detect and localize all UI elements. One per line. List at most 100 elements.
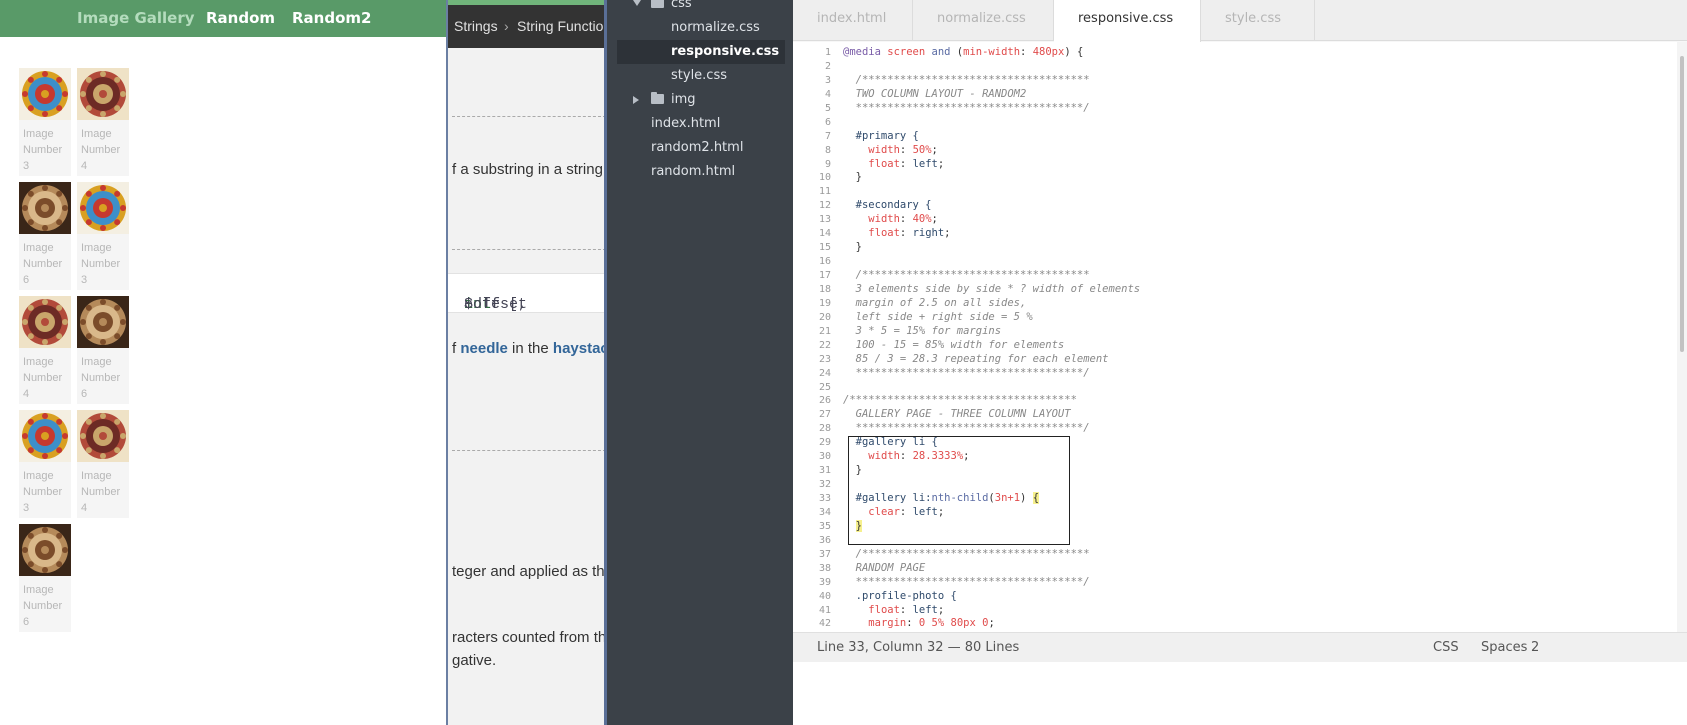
gallery-item[interactable]: Image Number 4 [19, 296, 71, 404]
gallery-item[interactable]: Image Number 6 [19, 182, 71, 290]
tree-item-label: normalize.css [671, 20, 760, 35]
code-line[interactable]: } [843, 241, 1643, 255]
code-line[interactable] [843, 381, 1643, 395]
code-line[interactable] [843, 255, 1643, 269]
tab-bar: index.html normalize.css responsive.css sty… [793, 0, 1687, 42]
tree-item-img[interactable]: img [607, 88, 793, 112]
tree-item-normalize-css[interactable]: normalize.css [607, 16, 793, 40]
scrollbar-thumb[interactable] [1680, 56, 1684, 352]
gallery-item[interactable]: Image Number 6 [77, 296, 129, 404]
code-line[interactable]: RANDOM PAGE [843, 562, 1643, 576]
line-number: 31 [818, 465, 831, 477]
code-line[interactable]: margin of 2.5 on all sides, [843, 297, 1643, 311]
gallery-thumbnail[interactable] [19, 296, 71, 348]
code-line[interactable]: #primary { [843, 130, 1643, 144]
code-line[interactable] [843, 185, 1643, 199]
breadcrumb-strings-link[interactable]: Strings [454, 18, 498, 34]
gallery-caption: Image Number 3 [23, 128, 63, 172]
code-view[interactable]: 1 2 3 4 5 6 7 8 9 10 11 12 13 14 15 16 17 18 19 20 21 22 23 24 2… [793, 42, 1687, 632]
gallery-item[interactable]: Image Number 3 [19, 410, 71, 518]
line-number: 37 [818, 548, 831, 560]
code-line[interactable]: width: 40%; [843, 213, 1643, 227]
vertical-scrollbar[interactable] [1677, 42, 1687, 632]
code-line[interactable]: TWO COLUMN LAYOUT - RANDOM2 [843, 88, 1643, 102]
breadcrumb-functions-link[interactable]: String Functions [517, 18, 604, 34]
code-token: margin of 2.5 on all sides, [843, 296, 1027, 309]
code-line[interactable]: float: left; [843, 604, 1643, 618]
code-line[interactable]: float: left; [843, 158, 1643, 172]
code-line[interactable]: 100 - 15 = 85% width for elements [843, 339, 1643, 353]
code-token: width [868, 143, 900, 156]
gallery-thumbnail[interactable] [77, 410, 129, 462]
code-line[interactable]: /************************************ [843, 74, 1643, 88]
tab-style-css[interactable]: style.css [1201, 0, 1315, 41]
tree-item-index-html[interactable]: index.html [607, 112, 793, 136]
code-line[interactable]: 85 / 3 = 28.3 repeating for each element [843, 353, 1643, 367]
code-line[interactable]: ************************************/ [843, 367, 1643, 381]
code-line[interactable]: .profile-photo { [843, 590, 1643, 604]
indent-size[interactable]: 2 [1531, 640, 1539, 655]
code-line[interactable]: left side + right side = 5 % [843, 311, 1643, 325]
code-line[interactable]: ************************************/ [843, 102, 1643, 116]
tab-responsive-css[interactable]: responsive.css [1054, 0, 1201, 42]
tree-item-label: img [671, 92, 696, 107]
folder-icon [651, 92, 664, 104]
gallery-item[interactable]: Image Number 4 [77, 410, 129, 518]
code-line[interactable] [843, 60, 1643, 74]
code-line[interactable]: margin: 0 5% 80px 0; [843, 617, 1643, 631]
gallery-thumbnail[interactable] [77, 296, 129, 348]
line-number: 34 [818, 506, 831, 518]
chevron-down-icon[interactable] [633, 0, 641, 6]
gallery-item[interactable]: Image Number 6 [19, 524, 71, 632]
code-line[interactable]: width: 50%; [843, 144, 1643, 158]
code-line[interactable]: ************************************/ [843, 422, 1643, 436]
gallery-thumbnail[interactable] [77, 68, 129, 120]
line-number: 7 [824, 130, 831, 142]
gallery-item[interactable]: Image Number 3 [77, 182, 129, 290]
code-line[interactable]: 3 elements side by side * ? width of ele… [843, 283, 1643, 297]
gallery-item[interactable]: Image Number 4 [77, 68, 129, 176]
chevron-right-icon[interactable] [633, 96, 639, 104]
line-number: 10 [818, 172, 831, 184]
code-token: min-width [963, 46, 1021, 58]
code-line[interactable]: 3 * 5 = 15% for margins [843, 325, 1643, 339]
tree-item-css[interactable]: css [607, 0, 793, 16]
code-token: : [1020, 46, 1033, 58]
code-token: ; [988, 617, 995, 630]
code-line[interactable]: } [843, 171, 1643, 185]
code-token: #primary { [843, 129, 919, 142]
code-line[interactable]: /************************************ [843, 394, 1643, 408]
code-line[interactable]: /************************************ [843, 548, 1643, 562]
tree-item-random2-html[interactable]: random2.html [607, 136, 793, 160]
gallery-item[interactable]: Image Number 3 [19, 68, 71, 176]
code-line[interactable]: float: right; [843, 227, 1643, 241]
indent-type[interactable]: Spaces [1481, 640, 1527, 655]
gallery-thumbnail[interactable] [19, 524, 71, 576]
gallery-thumbnail[interactable] [19, 68, 71, 120]
tab-index-html[interactable]: index.html [793, 0, 913, 41]
tree-item-responsive-css[interactable]: responsive.css [617, 40, 785, 64]
gallery-thumbnail[interactable] [19, 182, 71, 234]
language-mode[interactable]: CSS [1433, 640, 1459, 655]
code-line[interactable]: /************************************ [843, 269, 1643, 283]
tab-normalize-css[interactable]: normalize.css [913, 0, 1054, 41]
tree-item-style-css[interactable]: style.css [607, 64, 793, 88]
nav-random-link[interactable]: Random [206, 9, 275, 27]
code-line[interactable]: #secondary { [843, 199, 1643, 213]
nav-random2-link[interactable]: Random2 [292, 9, 371, 27]
tree-item-random-html[interactable]: random.html [607, 160, 793, 184]
code-line[interactable]: @media screen and (min-width: 480px) { [843, 46, 1643, 60]
gallery-thumbnail[interactable] [77, 182, 129, 234]
line-number: 25 [818, 381, 831, 393]
code-token: ; [937, 157, 945, 170]
divider [452, 249, 604, 250]
code-line[interactable]: ************************************/ [843, 576, 1643, 590]
line-number: 6 [824, 116, 831, 128]
nav-brand-link[interactable]: Image Gallery [77, 9, 195, 27]
code-line[interactable]: GALLERY PAGE - THREE COLUMN LAYOUT [843, 408, 1643, 422]
gallery-thumbnail[interactable] [19, 410, 71, 462]
tab-label: style.css [1225, 11, 1281, 26]
code-token: ************************************/ [843, 101, 1090, 114]
code-line[interactable] [843, 116, 1643, 130]
